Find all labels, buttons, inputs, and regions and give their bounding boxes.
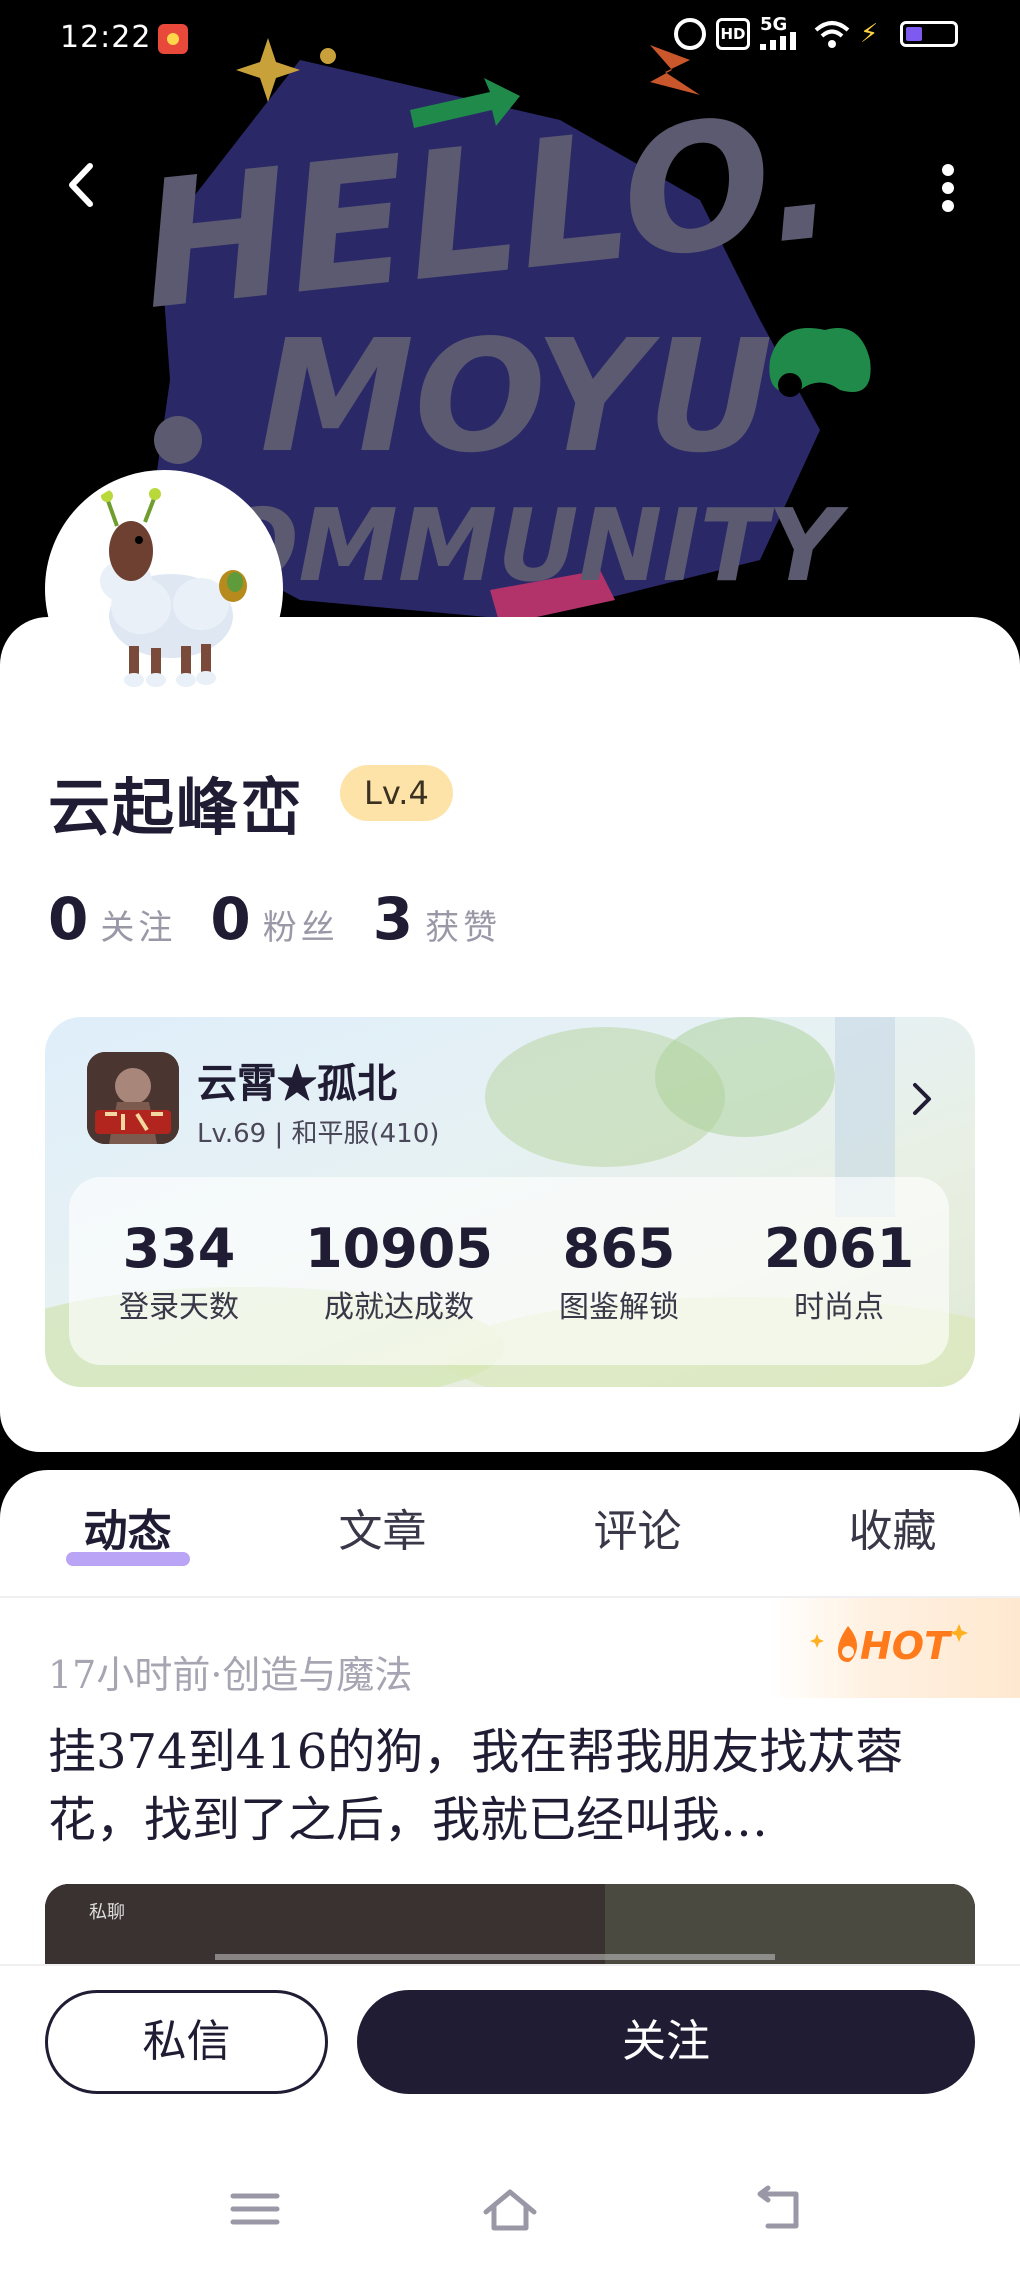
tab-label: 评论 — [593, 1506, 682, 1557]
charging-icon: ⚡ — [860, 19, 879, 49]
tab-posts[interactable]: 动态 — [0, 1470, 255, 1596]
notification-app-icon — [158, 24, 188, 54]
sparkle-icon — [810, 1634, 824, 1648]
battery-icon — [900, 21, 958, 47]
alarm-icon — [674, 18, 706, 50]
hd-icon: HD — [716, 18, 750, 50]
tab-label: 文章 — [338, 1506, 427, 1557]
post-item[interactable]: HOT 17小时前·创造与魔法 挂374到416的狗，我在帮我朋友找苁蓉花，找到… — [0, 1598, 1020, 2004]
chevron-right-icon[interactable] — [909, 1079, 935, 1119]
post-meta: 17小时前·创造与魔法 — [48, 1653, 413, 1697]
stat-label: 时尚点 — [794, 1289, 884, 1325]
stat-value: 3 — [372, 885, 414, 953]
stat-label: 成就达成数 — [324, 1289, 474, 1325]
avatar[interactable] — [45, 470, 283, 708]
character-name: 云霄★孤北 — [197, 1060, 397, 1107]
stat-label: 登录天数 — [119, 1289, 239, 1325]
profile-card: 云起峰峦 Lv.4 0 关注 0 粉丝 3 获赞 云霄★孤北 Lv.69 | 和… — [0, 617, 1020, 1452]
flame-icon — [838, 1626, 857, 1662]
stat-value: 0 — [210, 885, 251, 953]
tab-articles[interactable]: 文章 — [255, 1470, 510, 1596]
stat-value: 2061 — [763, 1216, 915, 1280]
post-text: 挂374到416的狗，我在帮我朋友找苁蓉花，找到了之后，我就已经叫我… — [48, 1724, 904, 1848]
character-meta: Lv.69 | 和平服(410) — [197, 1119, 440, 1149]
back-icon[interactable] — [748, 2184, 808, 2234]
more-options-icon[interactable] — [928, 160, 968, 216]
game-app-icon — [87, 1052, 179, 1144]
tab-comments[interactable]: 评论 — [510, 1470, 765, 1596]
bottom-action-bar: 私信 关注 — [0, 1964, 1020, 2274]
stat-label: 粉丝 — [262, 908, 339, 948]
post-image-label: 私聊 — [89, 1902, 125, 1923]
follow-button[interactable]: 关注 — [357, 1990, 975, 2094]
home-icon[interactable] — [480, 2184, 540, 2234]
wifi-icon — [814, 21, 850, 48]
status-icons: HD 5G ⚡ — [674, 16, 958, 50]
message-button[interactable]: 私信 — [45, 1990, 328, 2094]
tab-label: 动态 — [83, 1506, 172, 1557]
game-stats-panel: 334 登录天数 10905 成就达成数 865 图鉴解锁 2061 时尚点 — [69, 1177, 949, 1365]
menu-icon[interactable] — [225, 2184, 285, 2234]
status-time: 12:22 — [60, 20, 152, 55]
level-badge: Lv.4 — [340, 765, 453, 821]
stat-value: 334 — [122, 1216, 236, 1280]
fashion-points-stat: 2061 时尚点 — [739, 1217, 939, 1326]
following-stat[interactable]: 0 关注 — [48, 885, 176, 953]
system-navigation-bar — [0, 2184, 1020, 2244]
tab-label: 收藏 — [848, 1506, 937, 1557]
stat-value: 865 — [562, 1216, 676, 1280]
likes-stat[interactable]: 3 获赞 — [373, 885, 501, 953]
stat-value: 0 — [48, 885, 89, 953]
hot-label: HOT — [859, 1624, 950, 1668]
signal-5g-icon: 5G — [760, 16, 804, 50]
tab-bar: 动态 文章 评论 收藏 — [0, 1470, 1020, 1598]
achievements-stat: 10905 成就达成数 — [299, 1217, 499, 1326]
profile-stats: 0 关注 0 粉丝 3 获赞 — [48, 885, 501, 953]
status-bar: 12:22 HD 5G ⚡ — [0, 0, 1020, 78]
banner-title-line2: MOYU — [260, 306, 773, 487]
stat-label: 图鉴解锁 — [559, 1289, 679, 1325]
login-days-stat: 334 登录天数 — [79, 1217, 279, 1326]
codex-unlocked-stat: 865 图鉴解锁 — [519, 1217, 719, 1326]
sparkle-icon — [950, 1624, 968, 1642]
stat-label: 关注 — [100, 908, 177, 948]
tab-favorites[interactable]: 收藏 — [765, 1470, 1020, 1596]
followers-stat[interactable]: 0 粉丝 — [210, 885, 338, 953]
hot-badge: HOT — [770, 1598, 1020, 1698]
stat-label: 获赞 — [425, 908, 502, 948]
game-character-card[interactable]: 云霄★孤北 Lv.69 | 和平服(410) 334 登录天数 10905 成就… — [45, 1017, 975, 1387]
username: 云起峰峦 — [48, 771, 305, 844]
back-arrow-icon[interactable] — [58, 160, 108, 210]
stat-value: 10905 — [305, 1216, 493, 1280]
